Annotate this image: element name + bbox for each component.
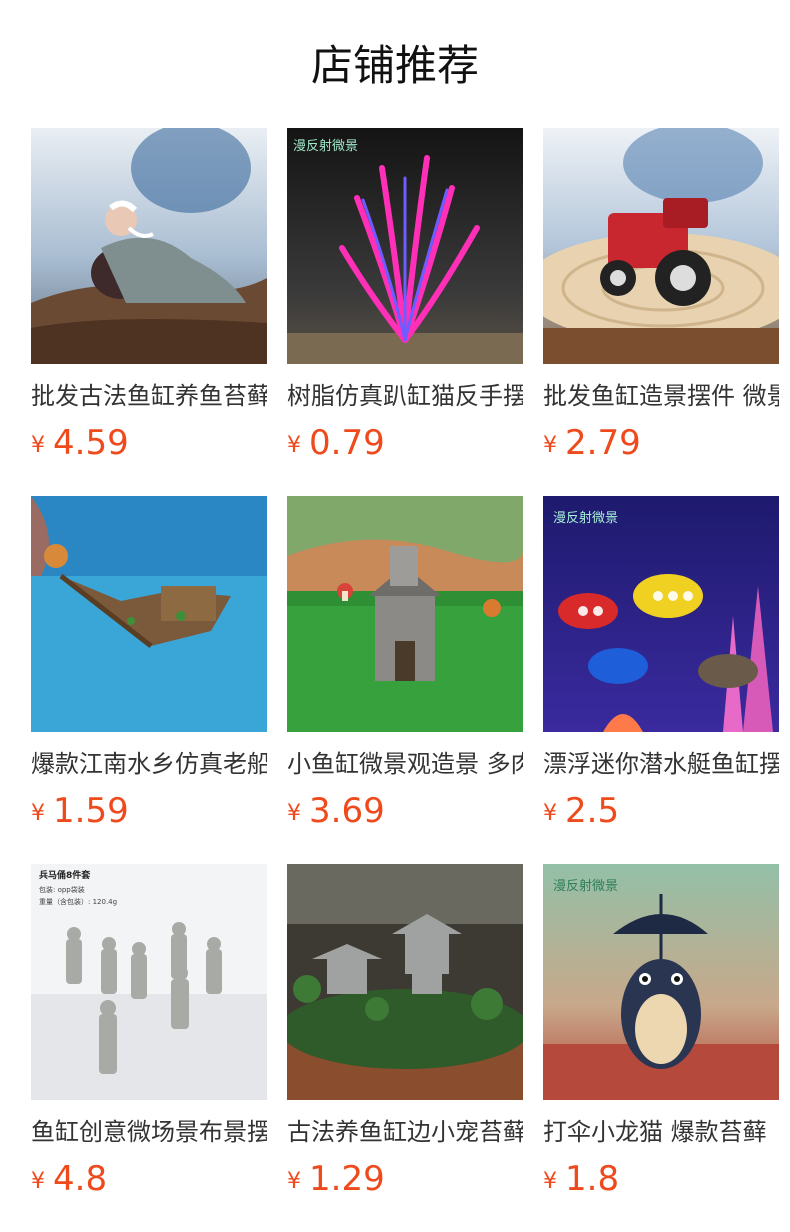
product-image[interactable]: 漫反射微景: [543, 496, 779, 732]
lighthouse-house-image: [287, 496, 523, 732]
currency-symbol: ¥: [543, 801, 557, 826]
product-image[interactable]: [287, 496, 523, 732]
product-card[interactable]: 兵马俑8件套 包装: opp袋装 重量（含包装）: 120.4g 鱼缸创意微场景…: [31, 864, 267, 1202]
currency-symbol: ¥: [31, 1169, 45, 1194]
currency-symbol: ¥: [31, 433, 45, 458]
product-image[interactable]: [543, 128, 779, 364]
product-card[interactable]: 古法养鱼缸边小宠苔藓 ¥1.29: [287, 864, 523, 1202]
product-image[interactable]: [31, 496, 267, 732]
currency-symbol: ¥: [543, 433, 557, 458]
product-image[interactable]: [31, 128, 267, 364]
product-card[interactable]: 小鱼缸微景观造景 多肉 ¥3.69: [287, 496, 523, 834]
price-value: 3.69: [309, 791, 385, 831]
product-price: ¥2.79: [543, 420, 779, 466]
catalog-line: 包装: opp袋装: [39, 885, 85, 894]
product-image[interactable]: 漫反射微景: [543, 864, 779, 1100]
product-card[interactable]: 爆款江南水乡仿真老船摆件 ¥1.59: [31, 496, 267, 834]
scholar-figurine-image: [31, 128, 267, 364]
product-price: ¥1.29: [287, 1156, 523, 1202]
currency-symbol: ¥: [287, 801, 301, 826]
product-card[interactable]: 漫反射微景 树脂仿真趴缸猫反手摆件 ¥0.79: [287, 128, 523, 466]
currency-symbol: ¥: [287, 1169, 301, 1194]
product-name[interactable]: 批发古法鱼缸养鱼苔藓: [31, 378, 267, 414]
price-value: 4.59: [53, 423, 129, 463]
product-price: ¥4.59: [31, 420, 267, 466]
price-value: 1.8: [565, 1159, 620, 1199]
currency-symbol: ¥: [543, 1169, 557, 1194]
product-name[interactable]: 鱼缸创意微场景布景摆件: [31, 1114, 267, 1150]
product-grid: 批发古法鱼缸养鱼苔藓 ¥4.59 漫反射微景 树脂仿真趴缸猫反手摆件 ¥0.7: [31, 128, 779, 1202]
terracotta-warriors-image: 兵马俑8件套 包装: opp袋装 重量（含包装）: 120.4g: [31, 864, 267, 1100]
submarine-floats-image: 漫反射微景: [543, 496, 779, 732]
section-title: 店铺推荐: [310, 41, 479, 90]
price-value: 1.59: [53, 791, 129, 831]
product-card[interactable]: 漫反射微景 漂浮迷你潜水艇鱼缸摆件 ¥2.5: [543, 496, 779, 834]
price-value: 2.79: [565, 423, 641, 463]
currency-symbol: ¥: [31, 801, 45, 826]
product-price: ¥0.79: [287, 420, 523, 466]
aquarium-plant-image: 漫反射微景: [287, 128, 523, 364]
watermark-text: 漫反射微景: [553, 510, 618, 526]
product-price: ¥1.8: [543, 1156, 779, 1202]
price-value: 4.8: [53, 1159, 108, 1199]
product-name[interactable]: 小鱼缸微景观造景 多肉: [287, 746, 523, 782]
watermark-text: 漫反射微景: [553, 878, 618, 894]
product-name[interactable]: 批发鱼缸造景摆件 微景观: [543, 378, 779, 414]
currency-symbol: ¥: [287, 433, 301, 458]
catalog-line: 重量（含包装）: 120.4g: [39, 897, 117, 906]
product-card[interactable]: 批发鱼缸造景摆件 微景观 ¥2.79: [543, 128, 779, 466]
pagoda-lantern-image: [287, 864, 523, 1100]
product-image[interactable]: 兵马俑8件套 包装: opp袋装 重量（含包装）: 120.4g: [31, 864, 267, 1100]
product-name[interactable]: 打伞小龙猫 爆款苔藓: [543, 1114, 779, 1150]
product-image[interactable]: [287, 864, 523, 1100]
price-value: 1.29: [309, 1159, 385, 1199]
catalog-title: 兵马俑8件套: [39, 869, 91, 881]
product-name[interactable]: 古法养鱼缸边小宠苔藓: [287, 1114, 523, 1150]
watermark-text: 漫反射微景: [293, 138, 358, 154]
product-image[interactable]: 漫反射微景: [287, 128, 523, 364]
product-name[interactable]: 爆款江南水乡仿真老船摆件: [31, 746, 267, 782]
price-value: 0.79: [309, 423, 385, 463]
product-price: ¥1.59: [31, 788, 267, 834]
product-price: ¥4.8: [31, 1156, 267, 1202]
product-card[interactable]: 批发古法鱼缸养鱼苔藓 ¥4.59: [31, 128, 267, 466]
product-card[interactable]: 漫反射微景 打伞小龙猫 爆款苔藓 ¥1.8: [543, 864, 779, 1202]
product-price: ¥3.69: [287, 788, 523, 834]
tractor-figurine-image: [543, 128, 779, 364]
price-value: 2.5: [565, 791, 620, 831]
product-name[interactable]: 漂浮迷你潜水艇鱼缸摆件: [543, 746, 779, 782]
totoro-umbrella-image: 漫反射微景: [543, 864, 779, 1100]
product-price: ¥2.5: [543, 788, 779, 834]
product-name[interactable]: 树脂仿真趴缸猫反手摆件: [287, 378, 523, 414]
shipwreck-boat-image: [31, 496, 267, 732]
